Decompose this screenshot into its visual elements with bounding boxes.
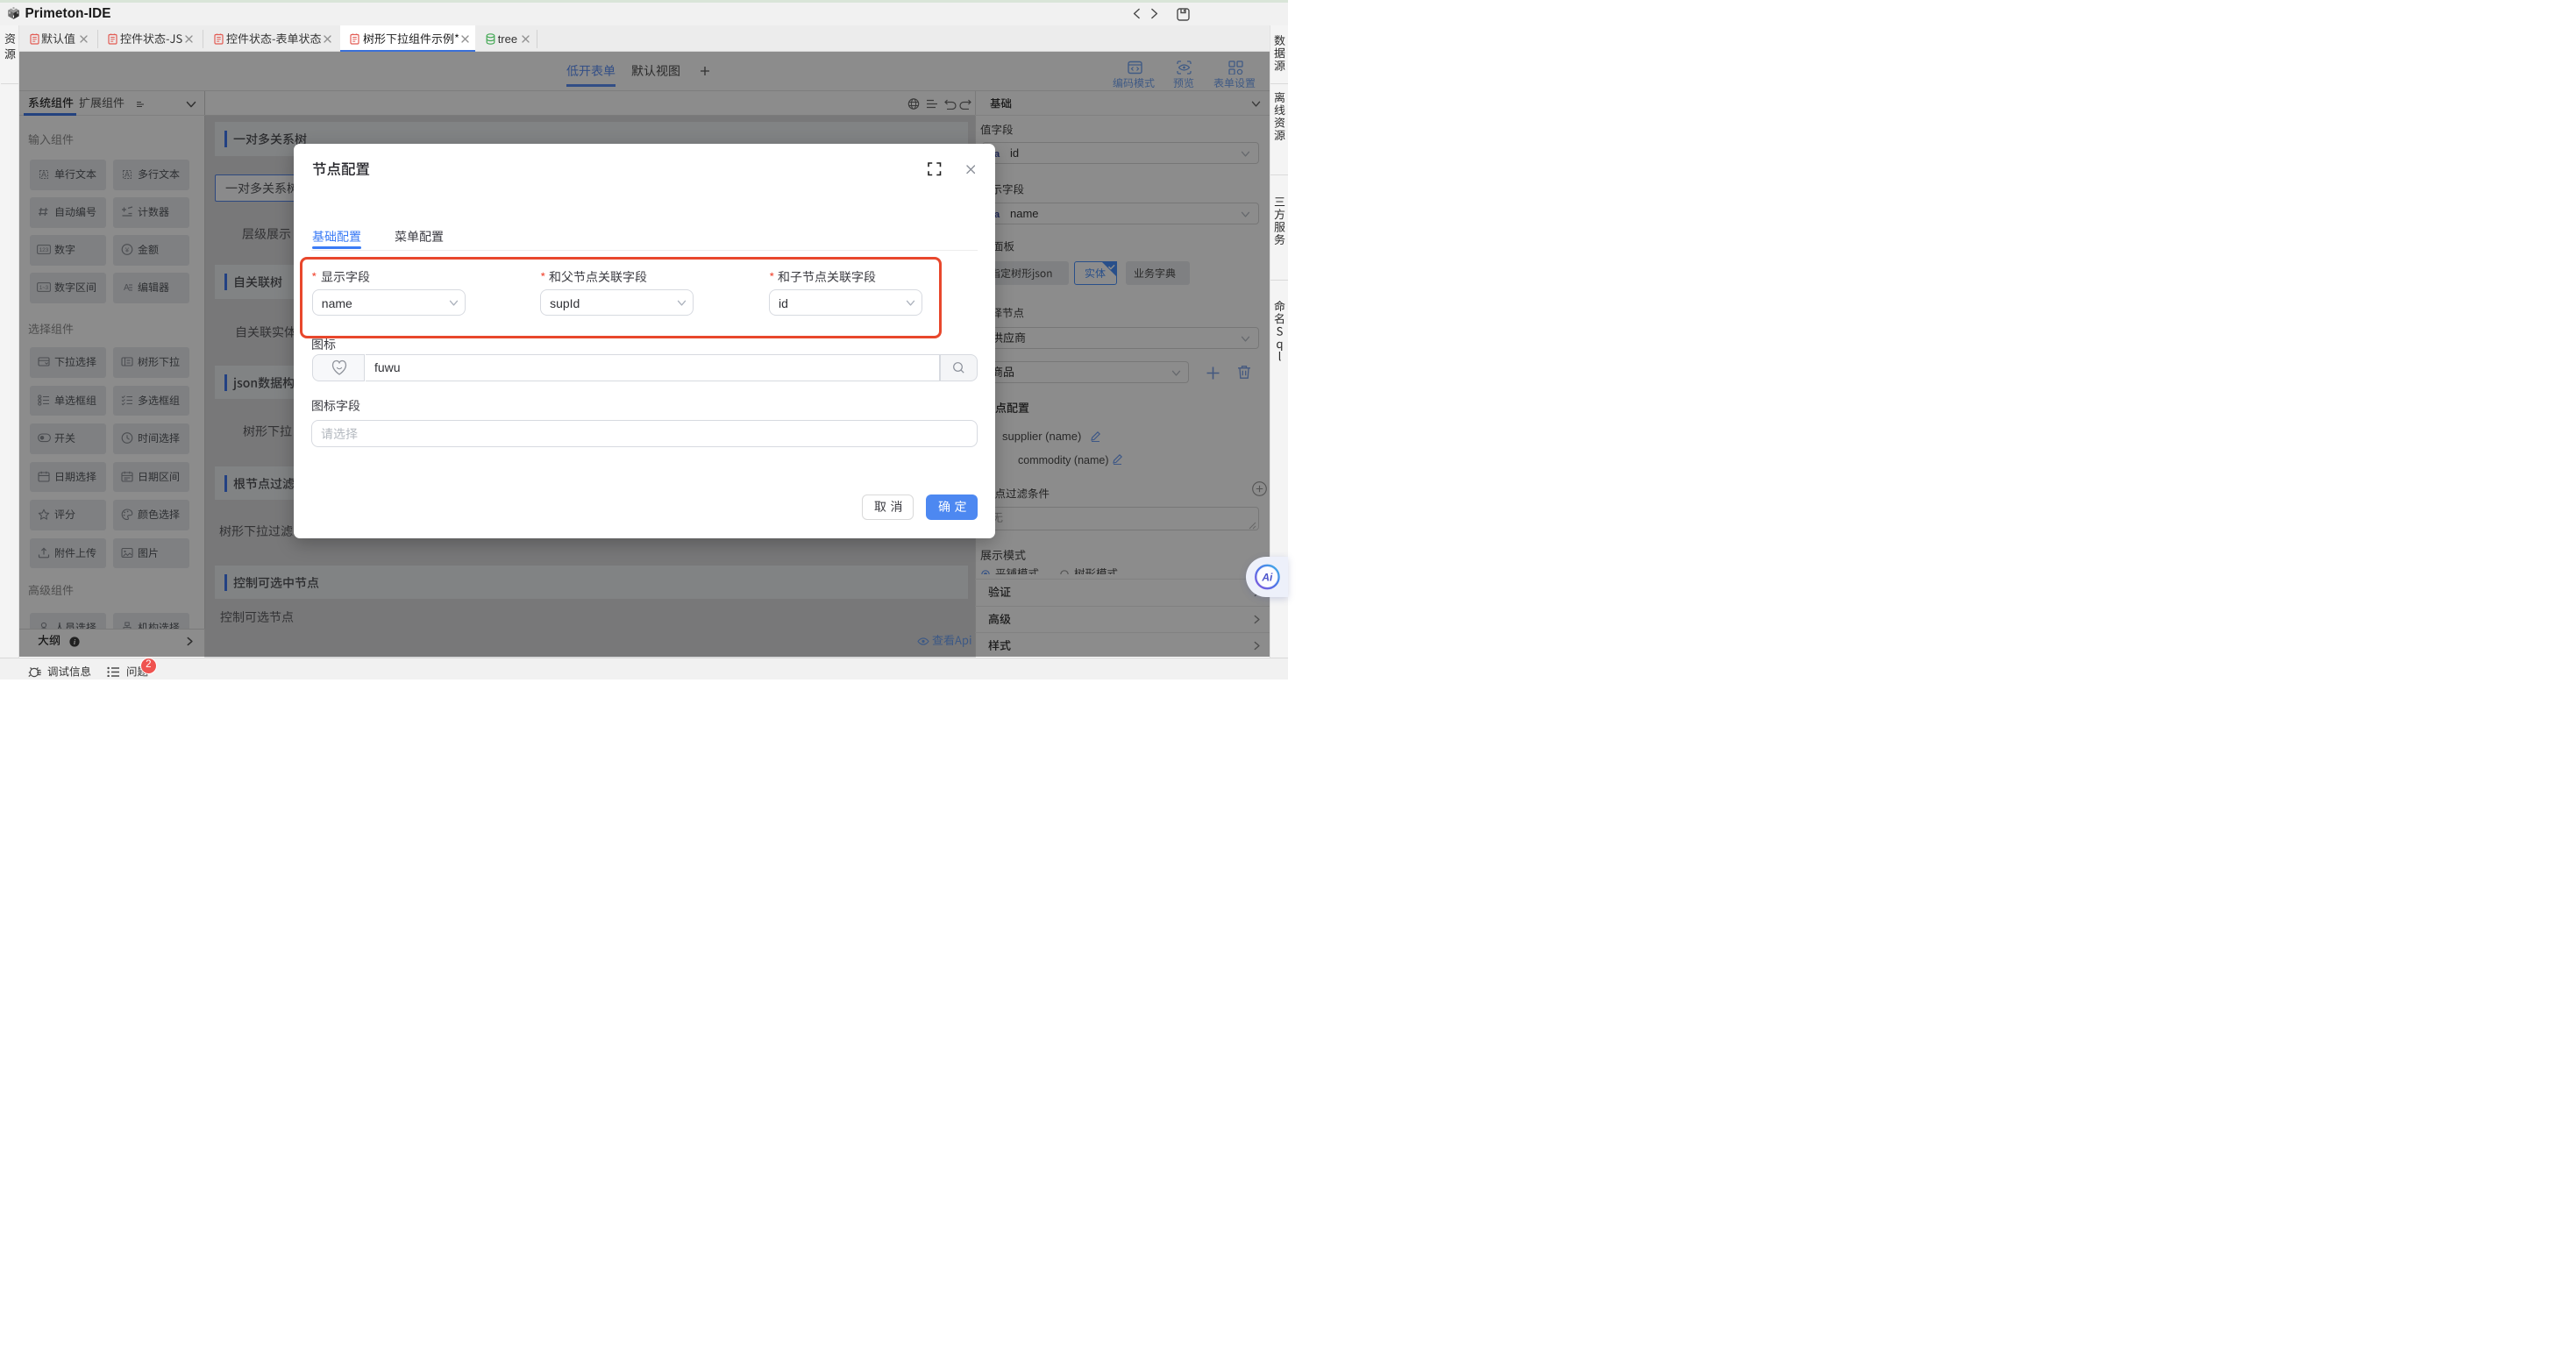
svg-text:Ai: Ai — [1261, 571, 1273, 583]
